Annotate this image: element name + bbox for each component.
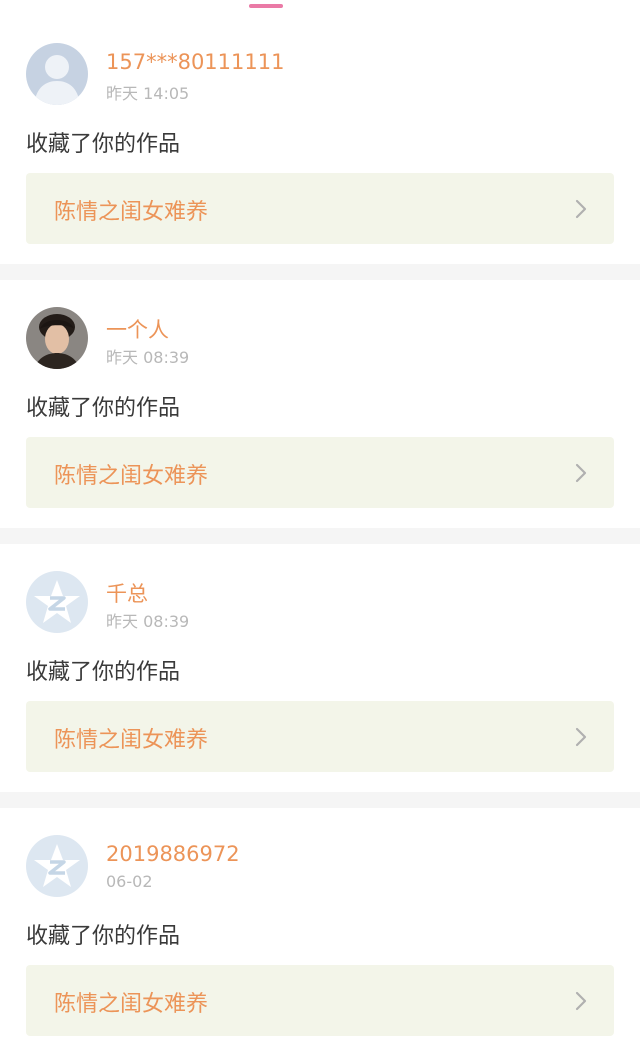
- default-person-avatar-icon: [26, 43, 88, 105]
- chevron-right-icon: [575, 463, 587, 483]
- timestamp: 昨天 08:39: [106, 348, 190, 367]
- action-text: 收藏了你的作品: [26, 132, 181, 157]
- notification-item: 2019886972 06-02 收藏了你的作品 陈情之闺女难养: [0, 808, 640, 1056]
- notification-feed: 157***80111111 昨天 14:05 收藏了你的作品 陈情之闺女难养 …: [0, 16, 640, 1056]
- chevron-right-icon: [575, 991, 587, 1011]
- timestamp: 06-02: [106, 872, 153, 891]
- divider: [0, 792, 640, 808]
- action-text: 收藏了你的作品: [26, 924, 181, 949]
- notification-item: 157***80111111 昨天 14:05 收藏了你的作品 陈情之闺女难养: [0, 16, 640, 264]
- action-text: 收藏了你的作品: [26, 660, 181, 685]
- action-text: 收藏了你的作品: [26, 396, 181, 421]
- work-link-card[interactable]: 陈情之闺女难养: [26, 437, 614, 508]
- timestamp: 昨天 14:05: [106, 84, 190, 103]
- username[interactable]: 千总: [106, 578, 148, 608]
- chevron-right-icon: [575, 199, 587, 219]
- username[interactable]: 一个人: [106, 314, 169, 344]
- work-title: 陈情之闺女难养: [54, 992, 209, 1017]
- avatar[interactable]: [26, 307, 88, 369]
- work-title: 陈情之闺女难养: [54, 728, 209, 753]
- avatar[interactable]: [26, 571, 88, 633]
- timestamp: 昨天 08:39: [106, 612, 190, 631]
- notification-item: 一个人 昨天 08:39 收藏了你的作品 陈情之闺女难养: [0, 280, 640, 528]
- qzone-star-avatar-icon: [26, 835, 88, 897]
- work-title: 陈情之闺女难养: [54, 200, 209, 225]
- username[interactable]: 2019886972: [106, 842, 240, 866]
- username[interactable]: 157***80111111: [106, 50, 284, 74]
- work-link-card[interactable]: 陈情之闺女难养: [26, 965, 614, 1036]
- photo-avatar-icon: [26, 307, 88, 369]
- work-link-card[interactable]: 陈情之闺女难养: [26, 701, 614, 772]
- notification-item: 千总 昨天 08:39 收藏了你的作品 陈情之闺女难养: [0, 544, 640, 792]
- avatar[interactable]: [26, 835, 88, 897]
- divider: [0, 528, 640, 544]
- work-title: 陈情之闺女难养: [54, 464, 209, 489]
- qzone-star-avatar-icon: [26, 571, 88, 633]
- chevron-right-icon: [575, 727, 587, 747]
- active-tab-indicator: [249, 4, 283, 8]
- divider: [0, 264, 640, 280]
- avatar[interactable]: [26, 43, 88, 105]
- work-link-card[interactable]: 陈情之闺女难养: [26, 173, 614, 244]
